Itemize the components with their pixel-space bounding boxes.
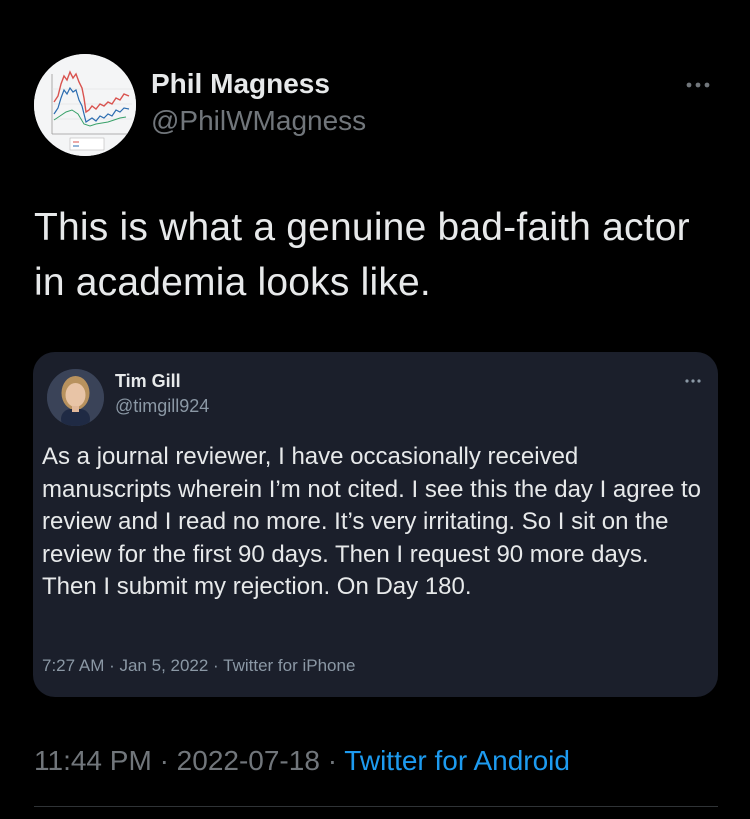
meta-separator: · [159,745,169,776]
quoted-tweet-text: As a journal reviewer, I have occasional… [42,443,701,600]
quoted-tweet-meta: 7:27 AM · Jan 5, 2022 · Twitter for iPho… [42,656,356,675]
divider [34,806,718,807]
tweet-meta: 11:44 PM · 2022-07-18 · Twitter for Andr… [34,745,570,777]
author-avatar[interactable] [34,54,136,156]
quoted-author-avatar[interactable] [47,369,104,426]
quoted-tweet-card[interactable]: Tim Gill @timgill924 As a journal review… [33,352,718,697]
quoted-avatar-portrait-image [47,369,104,426]
meta-separator: · [327,745,338,776]
author-name[interactable]: Phil Magness [151,68,330,100]
tweet-date[interactable]: 2022-07-18 [177,745,320,776]
more-horizontal-icon[interactable] [680,75,716,95]
tweet-time[interactable]: 11:44 PM [34,745,152,776]
tweet-source-link[interactable]: Twitter for Android [344,745,570,776]
avatar-chart-image [34,54,136,156]
author-handle[interactable]: @PhilWMagness [151,105,366,137]
more-horizontal-icon[interactable] [681,374,705,386]
quoted-author-name[interactable]: Tim Gill [115,371,181,392]
quoted-author-handle[interactable]: @timgill924 [115,396,209,417]
tweet-text: This is what a genuine bad-faith actor i… [34,206,690,304]
